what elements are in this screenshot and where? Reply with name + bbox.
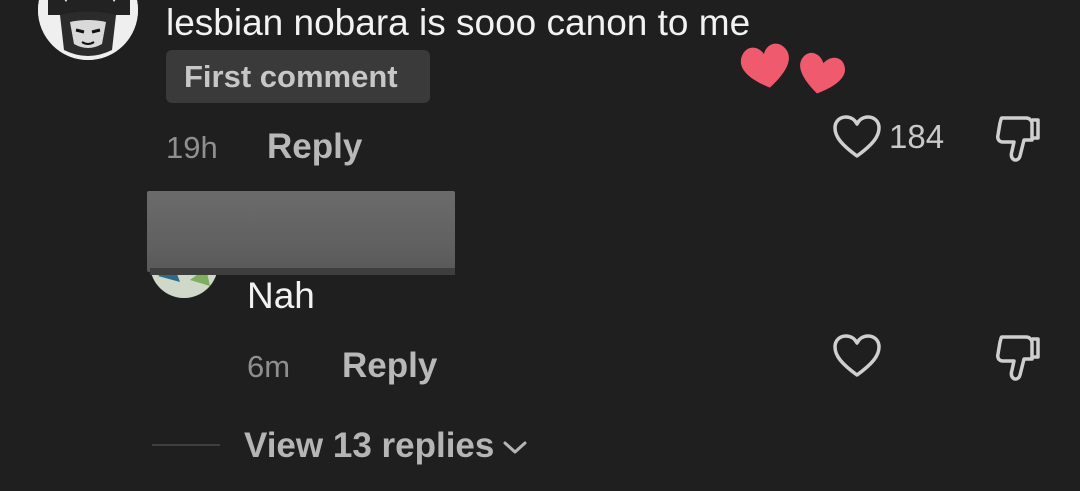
heart-outline-icon[interactable]: [832, 333, 882, 379]
comment-text: lesbian nobara is sooo canon to me: [166, 2, 751, 43]
thumbs-down-icon[interactable]: [994, 333, 1042, 383]
reply-button[interactable]: Reply: [267, 127, 362, 167]
reply-timestamp: 6m: [247, 349, 291, 384]
view-replies-button[interactable]: View 13 replies: [244, 426, 528, 466]
comment-thread: lesbian nobara is sooo canon to me First…: [0, 0, 1080, 491]
replies-divider: [152, 444, 220, 446]
hearts-sticker: [740, 43, 846, 94]
reply-reply-button[interactable]: Reply: [342, 346, 437, 386]
chevron-down-icon: [503, 441, 527, 454]
view-replies-label: View 13 replies: [244, 426, 495, 465]
redacted-username-box: [147, 191, 455, 272]
first-comment-badge: First comment: [166, 50, 430, 103]
like-count: 184: [889, 118, 945, 155]
heart-sticker-left: [740, 43, 789, 88]
avatar-illustration: [38, 0, 138, 60]
heart-sticker-right: [800, 52, 846, 94]
heart-outline-icon[interactable]: [832, 114, 882, 160]
reply-text: Nah: [247, 275, 315, 316]
comment-timestamp: 19h: [166, 130, 218, 165]
commenter-avatar[interactable]: [38, 0, 138, 60]
thumbs-down-icon[interactable]: [994, 114, 1042, 164]
